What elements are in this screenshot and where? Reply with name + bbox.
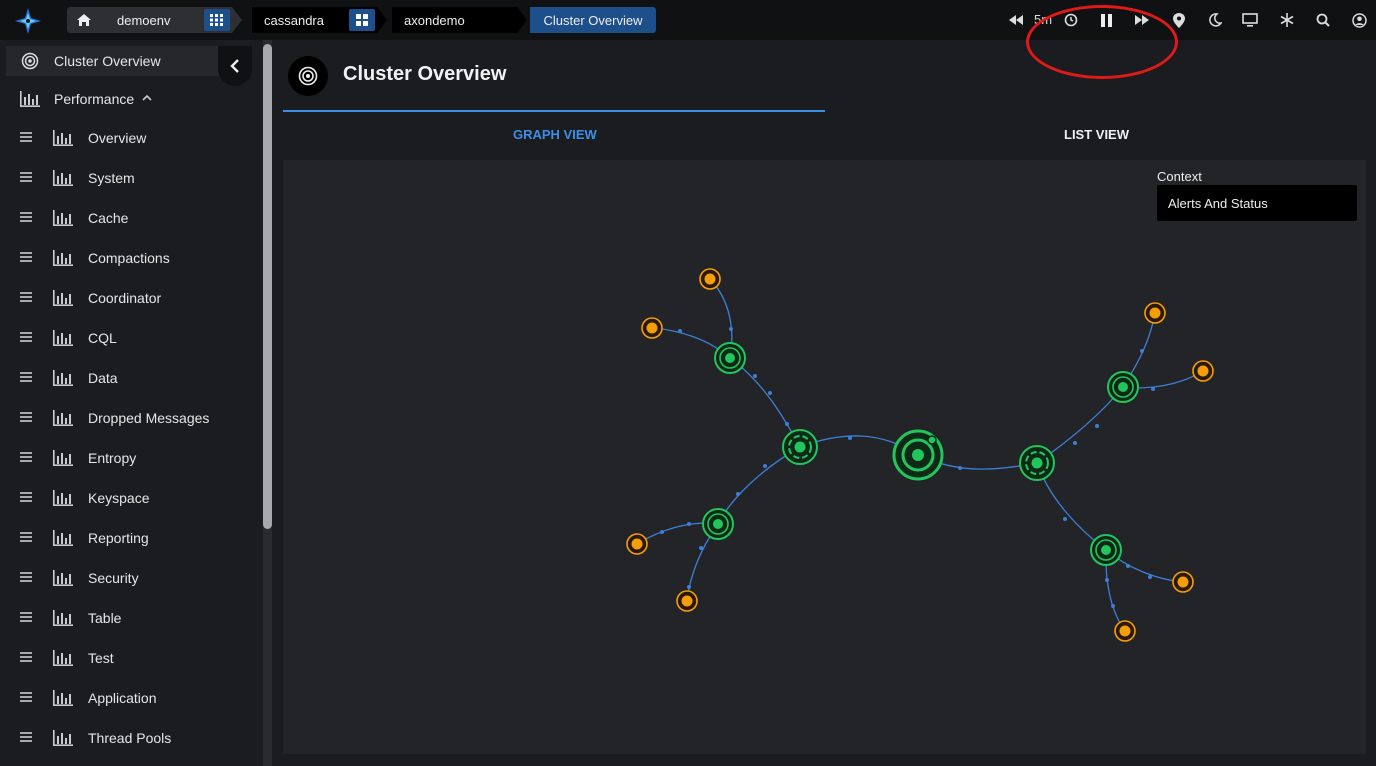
graph-edge-dot: [1151, 387, 1155, 391]
graph-node-instance[interactable]: [1144, 302, 1166, 324]
graph-edge-dot: [848, 436, 852, 440]
graph-edge-dot: [736, 492, 740, 496]
graph-node-instance[interactable]: [1192, 360, 1214, 382]
graph-edge-dot: [687, 522, 691, 526]
graph-edge-dot: [660, 530, 664, 534]
graph-node-instance[interactable]: [641, 317, 663, 339]
graph-edge-dot: [1148, 575, 1152, 579]
graph-node-datacenter[interactable]: [1019, 445, 1055, 481]
graph-node-rack[interactable]: [702, 508, 734, 540]
graph-node-rack[interactable]: [1090, 534, 1122, 566]
graph-edge-dot: [1095, 424, 1099, 428]
graph-edge-dot: [1126, 564, 1130, 568]
graph-edge-dot: [1140, 349, 1144, 353]
graph-edge-dot: [1073, 441, 1077, 445]
graph-node-cluster[interactable]: [892, 429, 944, 481]
graph-node-instance[interactable]: [676, 590, 698, 612]
graph-edge-dot: [958, 466, 962, 470]
graph-edge-dot: [1063, 517, 1067, 521]
graph-edge-dot: [768, 391, 772, 395]
graph-edge-dot: [699, 546, 703, 550]
graph-edge-dot: [785, 422, 789, 426]
graph-node-rack[interactable]: [714, 342, 746, 374]
graph-node-instance[interactable]: [626, 533, 648, 555]
graph-edge-dot: [729, 327, 733, 331]
graph-edge-dot: [678, 329, 682, 333]
graph-edge-dot: [687, 585, 691, 589]
graph-node-rack[interactable]: [1107, 371, 1139, 403]
graph-node-instance[interactable]: [1172, 571, 1194, 593]
graph-node-instance[interactable]: [699, 268, 721, 290]
graph-node-datacenter[interactable]: [782, 429, 818, 465]
graph-node-instance[interactable]: [1114, 620, 1136, 642]
graph-edge-dot: [753, 374, 757, 378]
graph-edge-dot: [1105, 578, 1109, 582]
graph-edge-dot: [763, 464, 767, 468]
graph-edge-dot: [1111, 604, 1115, 608]
cluster-graph: [626, 268, 1214, 642]
